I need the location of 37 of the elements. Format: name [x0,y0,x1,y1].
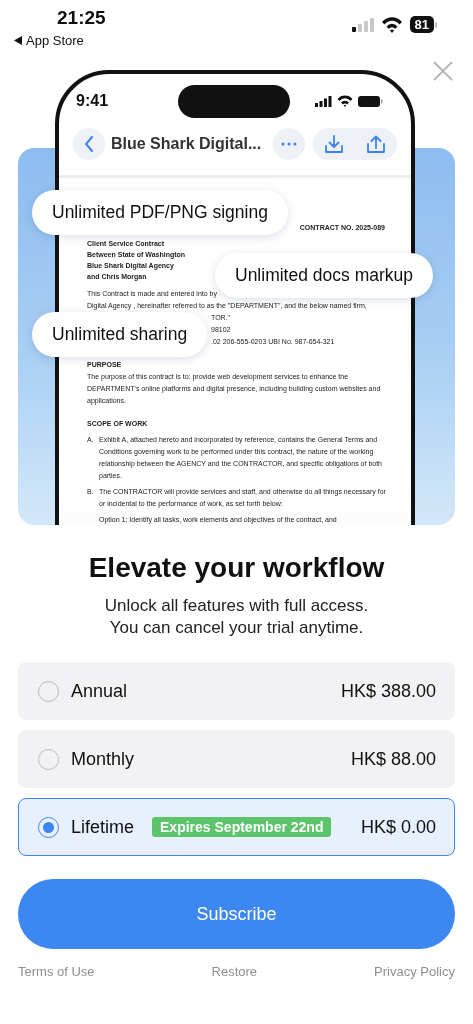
close-icon [433,61,453,81]
back-to-app-link[interactable]: App Store [14,33,84,48]
plan-name: Monthly [71,748,135,770]
share-icon [367,135,385,153]
signal-icon [315,95,332,107]
wifi-icon [337,95,353,107]
close-button[interactable] [433,61,453,81]
wifi-icon [380,16,403,33]
feature-pill: Unlimited sharing [32,312,208,357]
plan-price: HK$ 388.00 [340,680,436,702]
share-button[interactable] [367,135,385,153]
headline: Elevate your workflow [87,551,386,585]
plan-option[interactable]: Lifetime Expires September 22nd HK$ 0.00 [18,798,455,856]
feature-pill: Unlimited PDF/PNG signing [32,190,288,235]
subtitle: You can cancel your trial anytime. [108,617,365,639]
plan-option[interactable]: Monthly HK$ 88.00 [18,730,455,788]
phone-time: 9:41 [76,92,109,110]
subtitle: Unlock all features with full access. [103,595,370,617]
back-triangle-icon [14,36,22,45]
plan-name: Annual [71,680,128,702]
battery-icon [358,95,383,107]
plan-price: HK$ 0.00 [360,816,436,838]
status-time: 21:25 [57,7,106,29]
chevron-left-icon [84,136,94,152]
expiry-badge: Expires September 22nd [152,817,332,837]
download-icon [325,135,343,153]
battery-icon: 81 [409,16,437,33]
plan-name: Lifetime [71,816,135,838]
more-button[interactable] [273,128,305,160]
subscribe-button[interactable]: Subscribe [18,879,455,949]
plan-price: HK$ 88.00 [350,748,436,770]
plan-option[interactable]: Annual HK$ 388.00 [18,662,455,720]
more-icon [281,142,297,146]
signal-icon [351,17,374,32]
document-title: Blue Shark Digital... [111,135,262,153]
back-button[interactable] [73,128,105,160]
download-button[interactable] [325,135,343,153]
